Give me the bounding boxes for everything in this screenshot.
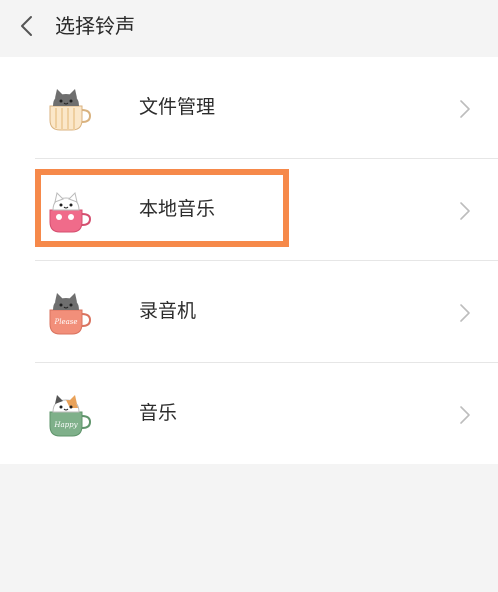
cat-cup-please-icon: Please [49, 293, 92, 335]
cat-cup-happy-icon: Happy [49, 395, 92, 437]
cup-text-please: Please [54, 318, 78, 326]
page-title: 选择铃声 [55, 14, 135, 38]
highlight-box [35, 169, 289, 247]
list-item-recorder[interactable]: Please 录音机 [0, 261, 498, 363]
top-bar: 选择铃声 [0, 0, 498, 56]
ringtone-source-list: 文件管理 本地音乐 Please 录音机 Happy 音乐 [0, 57, 498, 464]
list-item-music[interactable]: Happy 音乐 [0, 363, 498, 465]
chevron-right-icon [460, 202, 470, 220]
chevron-right-icon [460, 304, 470, 322]
back-arrow-icon[interactable] [14, 12, 42, 40]
list-item-label: 录音机 [139, 300, 197, 322]
cat-cup-stripes-icon [49, 89, 92, 131]
cup-text-happy: Happy [53, 421, 78, 429]
list-item-label: 文件管理 [139, 96, 216, 118]
chevron-right-icon [460, 406, 470, 424]
chevron-right-icon [460, 100, 470, 118]
list-item-file-manager[interactable]: 文件管理 [0, 57, 498, 159]
list-item-label: 音乐 [139, 402, 178, 424]
